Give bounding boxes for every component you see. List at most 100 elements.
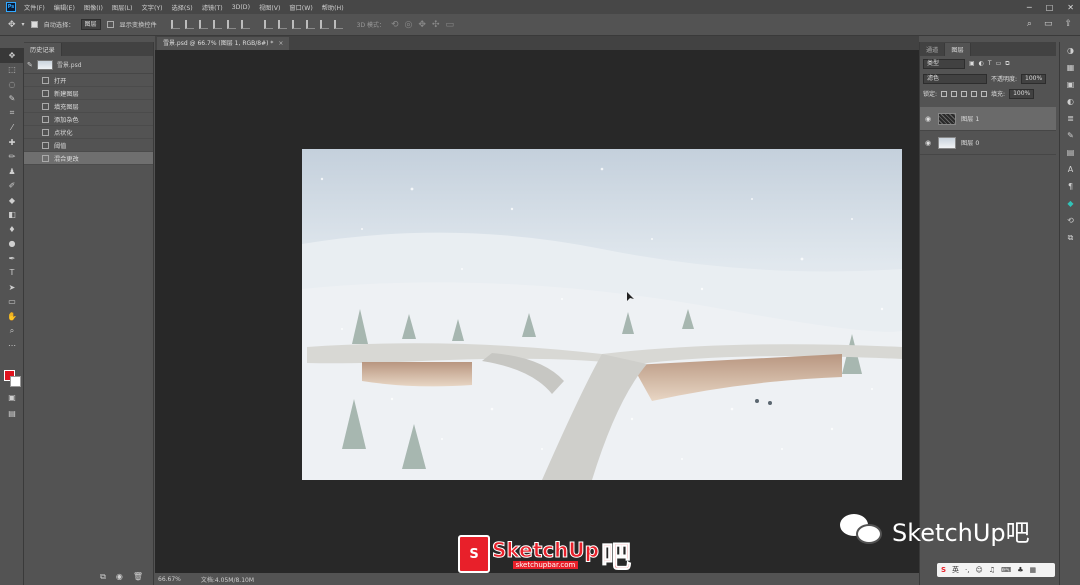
swatches-panel-icon[interactable]: ▦: [1060, 59, 1080, 76]
shape-tool-icon[interactable]: ▭: [0, 295, 24, 310]
3d-panel-icon[interactable]: ◆: [1060, 195, 1080, 212]
move-tool-icon[interactable]: ✥: [0, 48, 24, 63]
eyedropper-tool-icon[interactable]: ⁄: [0, 121, 24, 136]
path-select-tool-icon[interactable]: ➤: [0, 280, 24, 295]
opacity-field[interactable]: 100%: [1021, 73, 1047, 84]
stamp-tool-icon[interactable]: ♟: [0, 164, 24, 179]
close-icon[interactable]: ×: [278, 40, 283, 47]
history-step[interactable]: 点状化: [24, 126, 153, 139]
menu-filter[interactable]: 滤镜(T): [202, 3, 223, 12]
snapshot-brush-icon[interactable]: ✎: [27, 61, 33, 69]
menu-select[interactable]: 选择(S): [172, 3, 193, 12]
lock-artboard-icon[interactable]: [971, 90, 978, 97]
dodge-tool-icon[interactable]: ●: [0, 237, 24, 252]
history-brush-tool-icon[interactable]: ✐: [0, 179, 24, 194]
3d-pan-icon[interactable]: ✥: [418, 20, 426, 30]
properties-panel-icon[interactable]: ≣: [1060, 110, 1080, 127]
menu-edit[interactable]: 编辑(E): [54, 3, 75, 12]
paragraph-panel-icon[interactable]: ¶: [1060, 178, 1080, 195]
gradient-tool-icon[interactable]: ◧: [0, 208, 24, 223]
share-icon[interactable]: ⇪: [1064, 19, 1072, 29]
history-step[interactable]: 添加杂色: [24, 113, 153, 126]
quick-mask-icon[interactable]: ▣: [0, 390, 24, 405]
workspace-icon[interactable]: ▭: [1044, 19, 1053, 29]
more-tools-icon[interactable]: ⋯: [0, 338, 24, 353]
filter-shape-icon[interactable]: ▭: [996, 60, 1002, 67]
canvas-area[interactable]: [155, 50, 919, 573]
libraries-panel-icon[interactable]: ▣: [1060, 76, 1080, 93]
3d-rotate-icon[interactable]: ⟲: [391, 20, 399, 30]
close-icon[interactable]: ✕: [1067, 3, 1074, 12]
auto-select-checkbox[interactable]: [30, 21, 38, 28]
distribute-vcenter-icon[interactable]: [277, 20, 287, 29]
brushes-panel-icon[interactable]: ✎: [1060, 127, 1080, 144]
lasso-tool-icon[interactable]: ◌: [0, 77, 24, 92]
3d-roll-icon[interactable]: ◎: [405, 20, 413, 30]
menu-view[interactable]: 视图(V): [259, 3, 280, 12]
maximize-icon[interactable]: □: [1046, 3, 1054, 12]
align-right-icon[interactable]: [240, 20, 250, 29]
type-tool-icon[interactable]: T: [0, 266, 24, 281]
zoom-tool-icon[interactable]: ⌕: [0, 324, 24, 339]
camera-icon[interactable]: ◉: [116, 572, 123, 582]
skin-icon[interactable]: ♣: [1017, 566, 1023, 574]
blur-tool-icon[interactable]: ♦: [0, 222, 24, 237]
new-document-from-state-icon[interactable]: ⧉: [100, 572, 106, 582]
zoom-level[interactable]: 66.67%: [158, 576, 181, 583]
character-panel-icon[interactable]: A: [1060, 161, 1080, 178]
punctuation-icon[interactable]: ·,: [965, 566, 969, 574]
hand-tool-icon[interactable]: ✋: [0, 309, 24, 324]
filter-pixel-icon[interactable]: ▣: [969, 60, 975, 67]
menu-window[interactable]: 窗口(W): [289, 3, 312, 12]
brush-tool-icon[interactable]: ✏: [0, 150, 24, 165]
fill-field[interactable]: 100%: [1009, 88, 1035, 99]
history-step[interactable]: 新建图层: [24, 87, 153, 100]
show-transform-checkbox[interactable]: [106, 21, 114, 28]
history-step[interactable]: 打开: [24, 74, 153, 87]
menu-help[interactable]: 帮助(H): [322, 3, 344, 12]
snow-scene-image[interactable]: [302, 149, 902, 480]
distribute-left-icon[interactable]: [305, 20, 315, 29]
filter-adjustment-icon[interactable]: ◐: [979, 60, 984, 67]
pen-tool-icon[interactable]: ✒: [0, 251, 24, 266]
auto-select-dropdown[interactable]: 图层: [80, 19, 101, 30]
align-bottom-icon[interactable]: [198, 20, 208, 29]
history-step[interactable]: 填充图层: [24, 100, 153, 113]
toolbox-icon[interactable]: ▦: [1029, 566, 1036, 574]
marquee-tool-icon[interactable]: ⬚: [0, 63, 24, 78]
screen-mode-icon[interactable]: ▤: [0, 406, 24, 421]
layer-row[interactable]: ◉ 图层 0: [920, 131, 1056, 155]
lock-all-icon[interactable]: [981, 90, 988, 97]
distribute-bottom-icon[interactable]: [291, 20, 301, 29]
document-info[interactable]: 文档:4.05M/8.10M: [201, 575, 254, 584]
history-snapshot[interactable]: ✎ 雪景.psd: [24, 56, 153, 74]
filter-type-icon[interactable]: T: [988, 60, 992, 67]
healing-brush-tool-icon[interactable]: ✚: [0, 135, 24, 150]
menu-type[interactable]: 文字(Y): [142, 3, 163, 12]
menu-3d[interactable]: 3D(D): [232, 4, 250, 11]
filter-smart-icon[interactable]: ⧉: [1005, 60, 1009, 68]
layers-panel-icon[interactable]: ⧉: [1060, 229, 1080, 246]
blend-mode-dropdown[interactable]: 滤色: [923, 73, 987, 84]
crop-tool-icon[interactable]: ⌗: [0, 106, 24, 121]
minimize-icon[interactable]: ─: [1027, 3, 1032, 12]
3d-slide-icon[interactable]: ✣: [432, 20, 440, 30]
quick-select-tool-icon[interactable]: ✎: [0, 92, 24, 107]
layer-kind-filter[interactable]: 类型: [923, 58, 965, 69]
tab-layers[interactable]: 图层: [945, 43, 971, 56]
align-left-icon[interactable]: [212, 20, 222, 29]
document-tab[interactable]: 雪景.psd @ 66.7% (图层 1, RGB/8#) * ×: [157, 37, 290, 50]
move-tool-icon[interactable]: ✥: [8, 20, 16, 30]
eye-icon[interactable]: ◉: [925, 139, 933, 147]
search-icon[interactable]: ⌕: [1027, 19, 1032, 29]
lock-position-icon[interactable]: [961, 90, 968, 97]
align-vcenter-icon[interactable]: [184, 20, 194, 29]
menu-image[interactable]: 图像(I): [84, 3, 103, 12]
align-top-icon[interactable]: [170, 20, 180, 29]
eye-icon[interactable]: ◉: [925, 115, 933, 123]
lock-transparent-icon[interactable]: [941, 90, 948, 97]
tab-history[interactable]: 历史记录: [24, 43, 62, 56]
distribute-hcenter-icon[interactable]: [319, 20, 329, 29]
chevron-down-icon[interactable]: ▾: [22, 21, 25, 28]
lock-pixels-icon[interactable]: [951, 90, 958, 97]
